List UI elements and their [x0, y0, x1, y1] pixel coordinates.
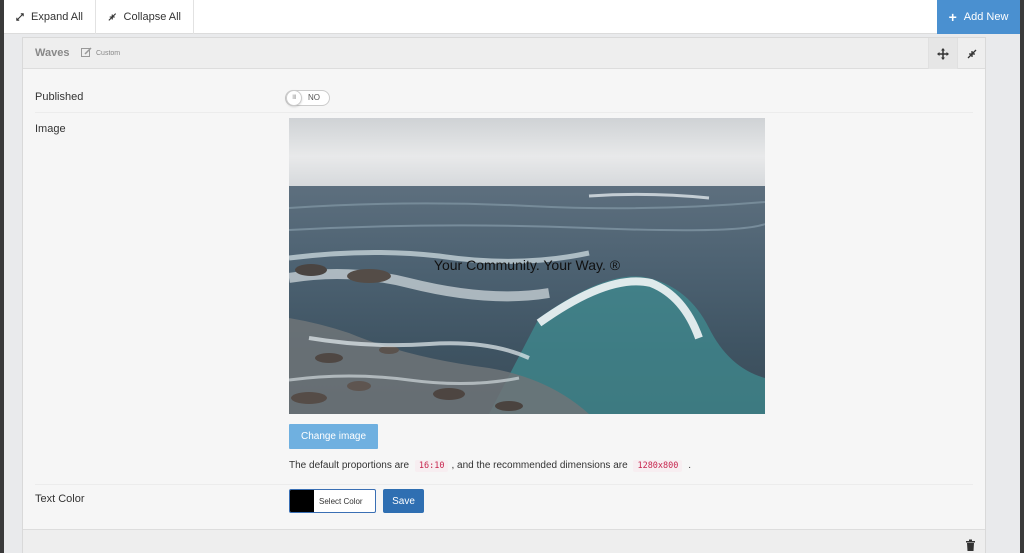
- expand-all-button[interactable]: Expand All: [4, 0, 96, 34]
- hero-overlay-text: Your Community. Your Way. ®: [433, 257, 621, 273]
- published-label: Published: [35, 91, 84, 103]
- plus-icon: +: [948, 9, 957, 25]
- collapse-all-label: Collapse All: [123, 11, 181, 23]
- help-suffix: .: [688, 460, 691, 471]
- change-image-button[interactable]: Change image: [289, 424, 378, 449]
- dimensions-code: 1280x800: [633, 460, 683, 472]
- image-label: Image: [35, 123, 66, 135]
- collapse-all-button[interactable]: Collapse All: [96, 0, 194, 34]
- app-window: Expand All Collapse All + Add New Waves …: [4, 0, 1020, 553]
- expand-all-label: Expand All: [31, 11, 83, 23]
- toggle-state-label: NO: [308, 93, 320, 102]
- panel-header: Waves Custom: [23, 38, 985, 69]
- move-button[interactable]: [928, 38, 957, 69]
- module-panel: Waves Custom Published III NO Image Your…: [22, 37, 986, 553]
- published-toggle[interactable]: III NO: [285, 90, 330, 106]
- edit-icon[interactable]: [81, 47, 92, 61]
- color-picker[interactable]: Select Color: [289, 489, 376, 513]
- add-new-button[interactable]: + Add New: [937, 0, 1020, 34]
- custom-badge: Custom: [96, 50, 121, 57]
- published-row: Published: [35, 69, 973, 113]
- color-swatch: [290, 490, 314, 512]
- panel-footer: [23, 529, 985, 553]
- panel-title: Waves: [35, 47, 70, 59]
- help-middle: , and the recommended dimensions are: [451, 460, 628, 471]
- expand-arrows-icon: [16, 13, 24, 21]
- help-prefix: The default proportions are: [289, 460, 410, 471]
- collapse-panel-button[interactable]: [957, 38, 986, 69]
- save-button[interactable]: Save: [383, 489, 424, 513]
- text-color-label: Text Color: [35, 493, 85, 505]
- ratio-code: 16:10: [414, 460, 449, 472]
- scroll-track[interactable]: [990, 37, 1020, 553]
- compress-arrows-icon: [108, 13, 117, 21]
- add-new-label: Add New: [963, 11, 1009, 23]
- toolbar: Expand All Collapse All + Add New: [4, 0, 1020, 34]
- compress-arrows-icon: [967, 49, 977, 58]
- trash-icon[interactable]: [965, 539, 976, 553]
- image-help-text: The default proportions are 16:10, and t…: [289, 460, 691, 472]
- hero-image: Your Community. Your Way. ®: [289, 118, 765, 414]
- toggle-knob: III: [286, 90, 302, 106]
- text-color-row: Text Color: [35, 485, 973, 529]
- select-color-label: Select Color: [319, 496, 363, 506]
- move-arrows-icon: [937, 47, 949, 60]
